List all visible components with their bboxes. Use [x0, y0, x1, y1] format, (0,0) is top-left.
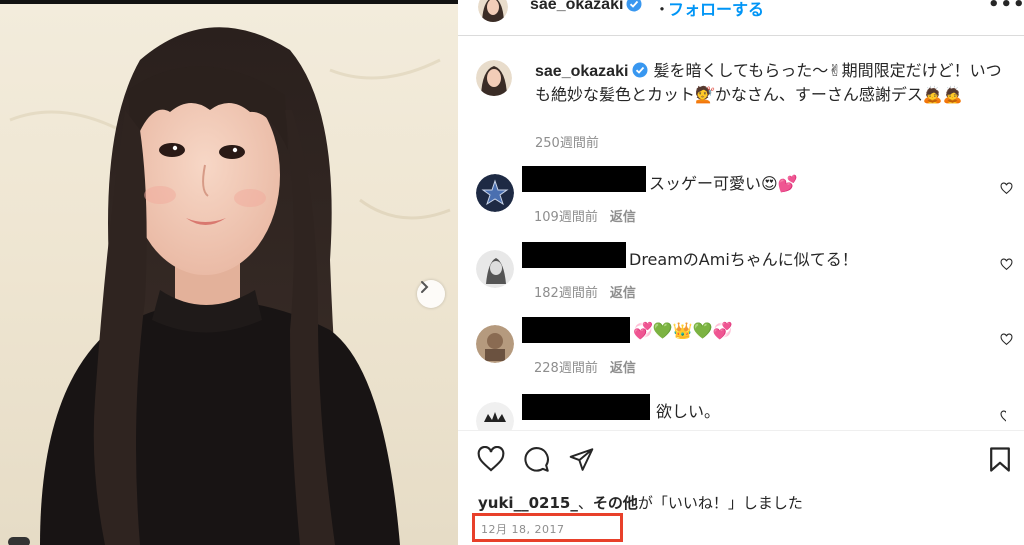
post-details: sae_okazaki ・ フォローする ••• sae_okazaki 髪を暗…: [458, 0, 1024, 545]
likes-summary: yuki__0215_、その他が「いいね！」しました: [478, 492, 803, 513]
likes-others[interactable]: その他: [593, 494, 638, 512]
comment-item: 💞💚👑💚💞 228週間前 返信: [476, 317, 1013, 377]
redacted-username: [522, 394, 650, 420]
reply-button[interactable]: 返信: [610, 361, 636, 376]
caption-text: sae_okazaki 髪を暗くしてもらった〜✌期間限定だけど！いつも絶妙な髪色…: [535, 60, 1005, 106]
post-photo[interactable]: [0, 0, 458, 545]
avatar[interactable]: [478, 0, 508, 22]
comment-meta: 228週間前 返信: [534, 357, 636, 376]
caption-username[interactable]: sae_okazaki: [535, 63, 628, 80]
bookmark-icon[interactable]: [989, 446, 1011, 473]
highlighted-date-box: 12月 18, 2017: [472, 513, 623, 542]
comment-item: 欲しい。: [476, 394, 1006, 430]
comment-time: 182週間前: [534, 286, 598, 301]
comment-text: スッゲー可愛い😍💕: [649, 174, 798, 193]
redacted-username: [522, 166, 646, 192]
avatar[interactable]: [476, 60, 512, 96]
likes-separator: 、: [577, 494, 593, 512]
post-date: 12月 18, 2017: [481, 523, 565, 536]
redacted-username: [522, 317, 630, 343]
caption-time: 250週間前: [535, 136, 599, 151]
verified-badge-icon: [626, 0, 642, 16]
avatar[interactable]: [476, 174, 514, 212]
comment-meta: 182週間前 返信: [534, 282, 636, 301]
comment-text: 💞💚👑💚💞: [633, 321, 733, 340]
next-image-button[interactable]: [417, 280, 445, 308]
avatar[interactable]: [476, 325, 514, 363]
more-icon[interactable]: •••: [988, 0, 1024, 15]
heart-icon[interactable]: [1000, 410, 1006, 423]
redacted-username: [522, 242, 626, 268]
comment-time: 228週間前: [534, 361, 598, 376]
heart-icon[interactable]: [477, 446, 505, 472]
comment-time: 109週間前: [534, 210, 598, 225]
heart-icon[interactable]: [1000, 333, 1013, 346]
heart-icon[interactable]: [1000, 258, 1013, 271]
likes-user[interactable]: yuki__0215_: [478, 494, 578, 512]
header-username[interactable]: sae_okazaki: [530, 0, 623, 14]
comment-icon[interactable]: [523, 446, 550, 473]
share-icon[interactable]: [568, 446, 595, 472]
verified-badge-icon: [632, 62, 648, 84]
comment-text: 欲しい。: [656, 402, 721, 421]
next-arrow-icon: [421, 281, 429, 293]
follow-button[interactable]: フォローする: [668, 0, 764, 20]
heart-icon[interactable]: [1000, 182, 1013, 195]
comment-meta: 109週間前 返信: [534, 206, 636, 225]
actions-divider: [458, 430, 1024, 431]
comment-item: DreamのAmiちゃんに似てる！ 182週間前 返信: [476, 242, 1013, 302]
avatar[interactable]: [476, 402, 514, 430]
reply-button[interactable]: 返信: [610, 286, 636, 301]
likes-suffix: が「いいね！」しました: [637, 494, 803, 512]
carousel-indicator: [8, 537, 30, 545]
post-header: sae_okazaki ・ フォローする •••: [458, 0, 1024, 36]
comment-item: スッゲー可愛い😍💕 109週間前 返信: [476, 166, 1013, 226]
avatar[interactable]: [476, 250, 514, 288]
comment-text: DreamのAmiちゃんに似てる！: [629, 250, 858, 269]
reply-button[interactable]: 返信: [610, 210, 636, 225]
portrait-illustration: [9, 27, 451, 545]
